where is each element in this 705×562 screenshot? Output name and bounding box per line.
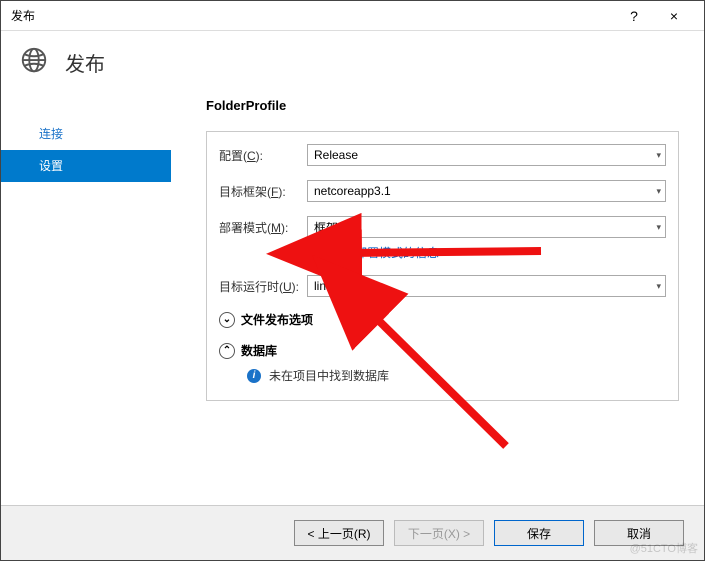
watermark: @51CTO博客: [630, 540, 698, 556]
combo-runtime[interactable]: linux-x64 ▾: [307, 275, 666, 297]
database-empty-msg: i 未在项目中找到数据库: [219, 359, 666, 384]
next-button: 下一页(X) >: [394, 520, 484, 546]
combo-deploy[interactable]: 框架依赖 ▾: [307, 216, 666, 238]
label-deploy: 部署模式(M):: [219, 219, 307, 236]
close-button[interactable]: ×: [654, 8, 694, 24]
info-icon: i: [247, 369, 261, 383]
chevron-up-icon: ⌃: [219, 343, 235, 359]
chevron-down-icon: ▾: [656, 281, 661, 292]
content: 连接 设置 FolderProfile 配置(C): Release ▾ 目标框…: [1, 98, 704, 518]
deploy-mode-link[interactable]: 了解有关部署模式的信息: [307, 246, 439, 260]
row-runtime: 目标运行时(U): linux-x64 ▾: [219, 275, 666, 297]
help-button[interactable]: ?: [614, 8, 654, 24]
sidebar-item-settings[interactable]: 设置: [1, 150, 171, 182]
chevron-down-icon: ▾: [656, 150, 661, 161]
row-framework: 目标框架(F): netcoreapp3.1 ▾: [219, 180, 666, 202]
main-panel: FolderProfile 配置(C): Release ▾ 目标框架(F): …: [171, 98, 704, 518]
titlebar: 发布 ? ×: [1, 1, 704, 31]
prev-button[interactable]: < 上一页(R): [294, 520, 384, 546]
combo-framework-value: netcoreapp3.1: [314, 184, 391, 198]
chevron-down-icon: ▾: [656, 186, 661, 197]
settings-box: 配置(C): Release ▾ 目标框架(F): netcoreapp3.1 …: [206, 131, 679, 401]
label-framework: 目标框架(F):: [219, 183, 307, 200]
section-database[interactable]: ⌃ 数据库: [219, 342, 666, 359]
deploy-link-row: 了解有关部署模式的信息: [219, 244, 666, 261]
sidebar: 连接 设置: [1, 98, 171, 518]
save-button[interactable]: 保存: [494, 520, 584, 546]
section-file-opts-label: 文件发布选项: [241, 311, 313, 328]
combo-deploy-value: 框架依赖: [314, 219, 362, 236]
header: 发布: [1, 31, 704, 98]
row-deploy: 部署模式(M): 框架依赖 ▾: [219, 216, 666, 238]
globe-icon: [19, 45, 49, 80]
section-file-opts[interactable]: ⌄ 文件发布选项: [219, 311, 666, 328]
chevron-down-icon: ⌄: [219, 312, 235, 328]
combo-framework[interactable]: netcoreapp3.1 ▾: [307, 180, 666, 202]
label-config: 配置(C):: [219, 147, 307, 164]
footer: < 上一页(R) 下一页(X) > 保存 取消: [1, 505, 704, 560]
combo-config-value: Release: [314, 148, 358, 162]
combo-runtime-value: linux-x64: [314, 279, 362, 293]
database-msg-text: 未在项目中找到数据库: [269, 367, 389, 384]
label-runtime: 目标运行时(U):: [219, 278, 307, 295]
page-title: 发布: [65, 48, 105, 77]
chevron-down-icon: ▾: [656, 222, 661, 233]
row-config: 配置(C): Release ▾: [219, 144, 666, 166]
window-title: 发布: [11, 7, 614, 24]
sidebar-item-connect[interactable]: 连接: [1, 118, 171, 150]
section-database-label: 数据库: [241, 342, 277, 359]
combo-config[interactable]: Release ▾: [307, 144, 666, 166]
profile-name: FolderProfile: [206, 98, 679, 113]
